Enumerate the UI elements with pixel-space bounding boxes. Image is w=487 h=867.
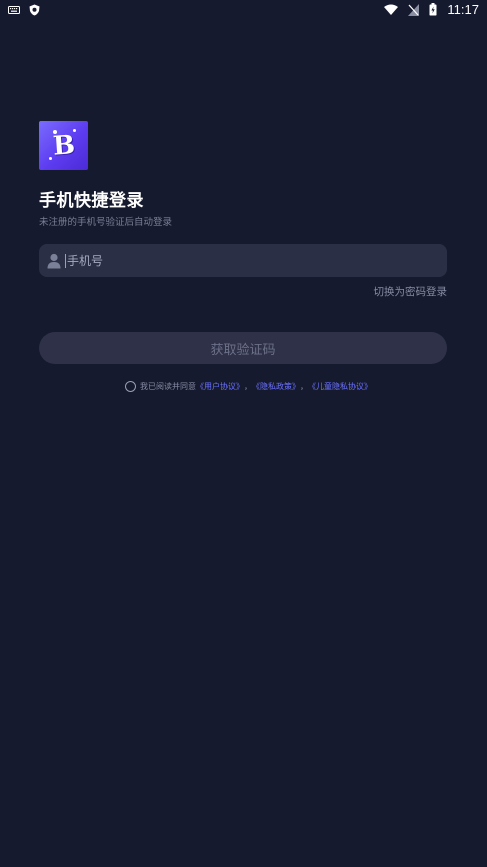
page-title: 手机快捷登录	[39, 191, 144, 211]
logo-dot	[49, 157, 52, 160]
status-bar-right: 11:17	[384, 2, 479, 17]
status-bar: 11:17	[0, 0, 487, 20]
agreement-separator: ，	[300, 382, 308, 391]
wifi-icon	[384, 4, 399, 15]
agreement-checkbox[interactable]	[125, 381, 136, 392]
page-subtitle: 未注册的手机号验证后自动登录	[39, 217, 173, 228]
privacy-policy-link[interactable]: 《隐私政策》	[252, 381, 300, 392]
login-screen: 11:17 B 手机快捷登录 未注册的手机号验证后自动登录 切换为密码登录 获取…	[0, 0, 487, 867]
phone-input[interactable]	[65, 253, 427, 268]
agreement-row: 我已阅读并同意 《用户协议》 ， 《隐私政策》 ， 《儿童隐私协议》	[125, 381, 372, 392]
agreement-prefix: 我已阅读并同意	[140, 382, 196, 391]
children-privacy-link[interactable]: 《儿童隐私协议》	[308, 381, 372, 392]
no-signal-icon	[408, 3, 420, 16]
status-bar-left	[8, 4, 40, 16]
shield-icon	[29, 4, 40, 16]
status-time: 11:17	[447, 2, 479, 17]
keyboard-icon	[8, 6, 20, 14]
get-code-button[interactable]: 获取验证码	[39, 332, 447, 364]
phone-field[interactable]	[39, 244, 447, 277]
agreement-separator: ，	[244, 382, 252, 391]
battery-icon	[429, 3, 437, 16]
app-logo: B	[39, 121, 88, 170]
switch-to-password-link[interactable]: 切换为密码登录	[374, 284, 448, 299]
logo-letter: B	[51, 129, 76, 162]
user-agreement-link[interactable]: 《用户协议》	[196, 381, 244, 392]
user-icon	[47, 253, 61, 269]
